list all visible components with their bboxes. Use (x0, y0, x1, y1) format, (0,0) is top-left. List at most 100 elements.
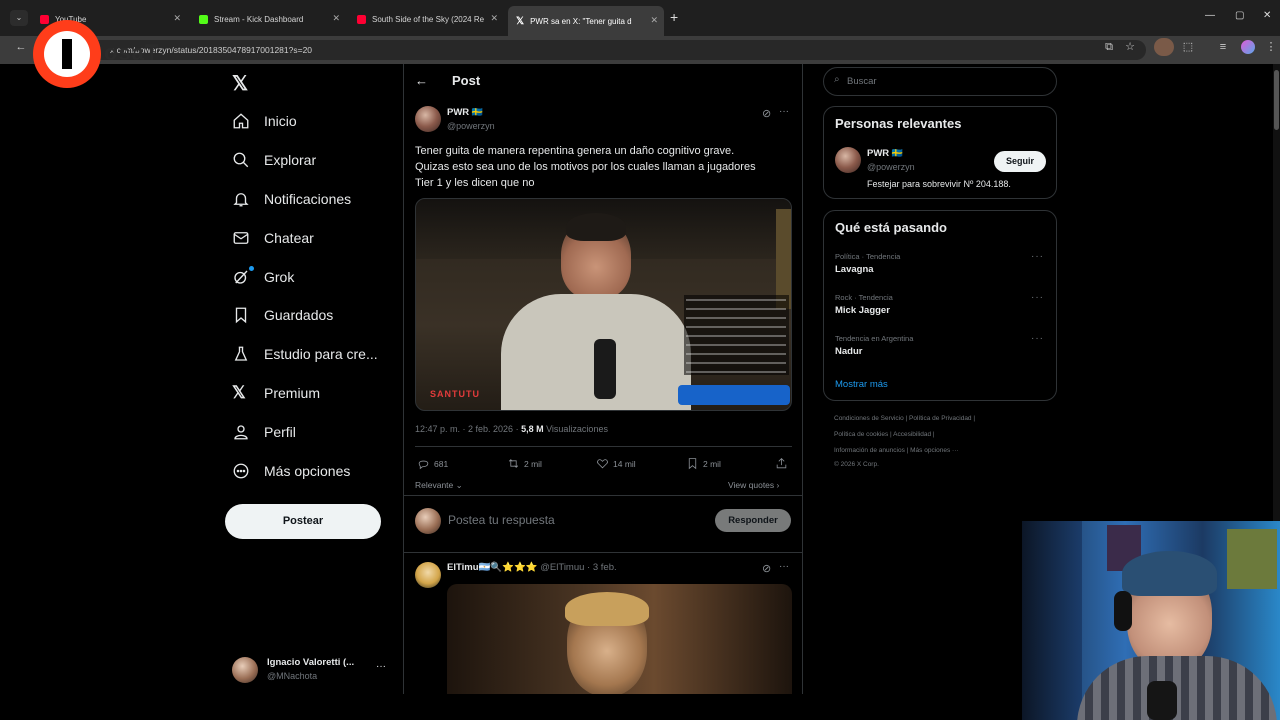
nav-creator-studio[interactable]: Estudio para cre... (232, 339, 378, 369)
search-icon (233, 152, 249, 168)
profile-avatar[interactable] (1241, 40, 1255, 54)
footer-link[interactable]: Información de anuncios (834, 447, 905, 454)
nav-more-options[interactable]: Más opciones (232, 456, 350, 486)
footer-links: Condiciones de Servicio | Política de Pr… (834, 415, 976, 422)
view-quotes-link[interactable]: View quotes › (728, 480, 779, 490)
follow-button[interactable]: Seguir (994, 151, 1046, 172)
account-handle: @MNachota (267, 671, 318, 681)
browser-tab-bar: ⌄ YouTube ✕ Stream - Kick Dashboard ✕ So… (0, 0, 1280, 36)
back-icon[interactable]: ← (12, 38, 30, 56)
tab-kick-dashboard[interactable]: Stream - Kick Dashboard ✕ (191, 8, 346, 30)
trend-item[interactable]: Política · Tendencia Lavagna (835, 252, 1045, 275)
divider (415, 446, 792, 447)
tab-youtube-music[interactable]: South Side of the Sky (2024 Re ✕ (349, 8, 504, 30)
more-icon[interactable]: ··· (1031, 333, 1044, 344)
grok-explain-icon[interactable]: ⊘ (762, 562, 771, 575)
nav-label: Notificaciones (264, 191, 352, 207)
show-more-link[interactable]: Mostrar más (835, 379, 888, 390)
nav-explore[interactable]: Explorar (232, 145, 316, 175)
reply-author-avatar[interactable] (415, 562, 441, 588)
more-icon[interactable]: ··· (376, 661, 386, 672)
nav-home[interactable]: Inicio (232, 106, 297, 136)
puzzle-extensions-icon[interactable]: ⬚ (1179, 38, 1197, 56)
heart-icon (597, 459, 608, 469)
tab-search-button[interactable]: ⌄ (10, 10, 28, 26)
search-input[interactable]: Buscar (847, 76, 877, 87)
close-icon[interactable]: ✕ (332, 13, 340, 24)
like-count: 14 mil (613, 458, 636, 469)
reply-input[interactable]: Postea tu respuesta (448, 513, 555, 527)
repost-icon (508, 459, 519, 468)
person-name: PWR (867, 148, 890, 159)
nav-grok[interactable]: Grok (232, 262, 294, 292)
footer-links: Información de anuncios | Más opciones ·… (834, 447, 959, 454)
more-icon[interactable]: ··· (779, 106, 789, 117)
reply-author-row[interactable]: ElTimu🇦🇷🔍⭐⭐⭐ @ElTimuu · 3 feb. (447, 562, 617, 573)
grok-explain-icon[interactable]: ⊘ (762, 107, 771, 120)
webcam-overlay (1022, 521, 1280, 720)
footer-link[interactable]: Accesibilidad (893, 431, 931, 438)
more-icon[interactable]: ··· (779, 561, 789, 572)
person-name-row[interactable]: PWR 🇸🇪 (867, 148, 903, 159)
headphones (1114, 591, 1132, 631)
footer-link[interactable]: Política de cookies (834, 431, 888, 438)
maximize-button[interactable]: ▢ (1235, 10, 1244, 21)
avatar (415, 508, 441, 534)
footer-link[interactable]: Condiciones de Servicio (834, 415, 904, 422)
trend-item[interactable]: Rock · Tendencia Mick Jagger (835, 293, 1045, 316)
minimize-button[interactable]: — (1205, 10, 1215, 21)
nav-premium[interactable]: 𝕏 Premium (232, 378, 320, 408)
bookmark-star-icon[interactable]: ☆ (1121, 38, 1139, 56)
author-avatar[interactable] (415, 106, 441, 132)
reply-media[interactable] (447, 584, 792, 694)
post-timestamp[interactable]: 12:47 p. m. · 2 feb. 2026 · (415, 424, 521, 434)
more-icon[interactable]: ··· (1031, 251, 1044, 262)
nav-notifications[interactable]: Notificaciones (232, 184, 351, 214)
search-box[interactable]: ⌕ Buscar (823, 67, 1057, 96)
wall-poster (1227, 529, 1277, 589)
scrollbar-thumb[interactable] (1274, 70, 1279, 130)
youtube-icon (357, 14, 366, 24)
microphone (594, 339, 616, 399)
post-button[interactable]: Postear (225, 504, 381, 539)
close-icon[interactable]: ✕ (650, 15, 658, 26)
trend-item[interactable]: Tendencia en Argentina Nadur (835, 334, 1045, 357)
close-icon[interactable]: ✕ (173, 13, 181, 24)
menu-icon[interactable]: ⋮ (1262, 38, 1280, 56)
trend-name: Mick Jagger (835, 305, 890, 316)
trend-meta: Política · Tendencia (835, 252, 901, 261)
extension-icon[interactable] (1154, 38, 1174, 56)
nav-profile[interactable]: Perfil (232, 417, 296, 447)
bookmark-button[interactable]: 2 mil (686, 457, 721, 470)
tab-x-post[interactable]: 𝕏 PWR sa en X: "Tener guita d ✕ (508, 6, 664, 36)
share-button[interactable] (775, 457, 792, 470)
repost-button[interactable]: 2 mil (507, 457, 542, 470)
account-switcher[interactable]: Ignacio Valoretti (... @MNachota ··· (232, 655, 392, 685)
close-window-button[interactable]: ✕ (1263, 10, 1271, 21)
x-home-logo[interactable]: 𝕏 (232, 71, 248, 96)
nav-chat[interactable]: Chatear (232, 223, 314, 253)
more-icon[interactable]: ··· (1031, 292, 1044, 303)
cast-icon[interactable]: ⧉ (1100, 38, 1118, 56)
reply-button[interactable]: Responder (715, 509, 791, 532)
like-button[interactable]: 14 mil (596, 457, 636, 470)
post-video[interactable]: SANTUTU (415, 198, 792, 411)
sort-dropdown[interactable]: Relevante ⌄ (415, 480, 463, 491)
person-avatar[interactable] (835, 147, 861, 173)
footer-link[interactable]: Más opciones ··· (910, 447, 958, 454)
flag-icon: 🇸🇪 (891, 148, 904, 158)
flask-icon (234, 346, 248, 361)
reply-button[interactable]: 681 (417, 457, 448, 470)
new-tab-button[interactable]: + (670, 9, 678, 25)
nav-label: Perfil (264, 424, 296, 440)
media-controls-icon[interactable]: ≡ (1214, 38, 1232, 56)
nav-bookmarks[interactable]: Guardados (232, 300, 333, 330)
address-bar[interactable]: x.com/powerzyn/status/201835047891700128… (36, 40, 1146, 60)
post-text-line: Tener guita de manera repentina genera u… (415, 145, 735, 157)
x-logo-icon: 𝕏 (516, 15, 525, 27)
back-arrow-icon[interactable]: ← (415, 73, 428, 88)
author-name-row[interactable]: PWR 🇸🇪 (447, 107, 483, 118)
close-icon[interactable]: ✕ (490, 13, 498, 24)
footer-link[interactable]: Política de Privacidad (909, 415, 972, 422)
reply-icon (418, 460, 429, 470)
